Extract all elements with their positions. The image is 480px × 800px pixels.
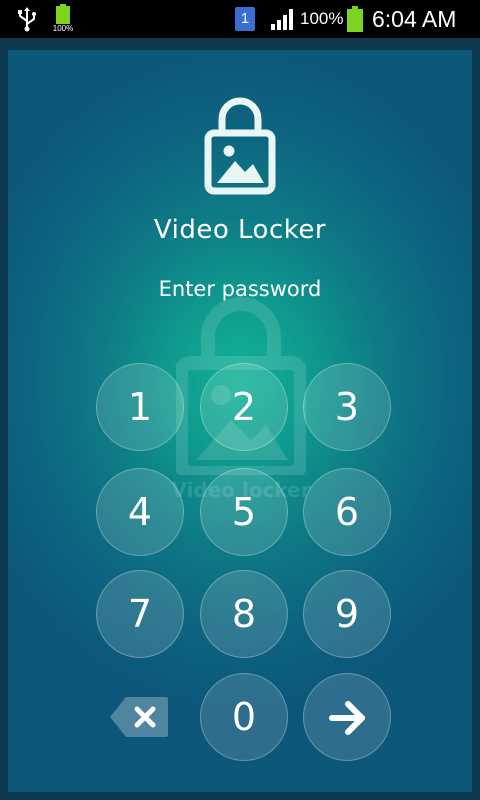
key-2[interactable]: 2 <box>200 363 288 451</box>
app-title: Video Locker <box>153 215 327 245</box>
battery-percent: 100% <box>300 9 344 28</box>
notification-icon: 1 <box>235 7 255 31</box>
key-7[interactable]: 7 <box>96 570 184 658</box>
key-0[interactable]: 0 <box>200 673 288 761</box>
key-3[interactable]: 3 <box>303 363 391 451</box>
enter-button[interactable] <box>303 673 391 761</box>
lock-image-icon <box>204 97 276 195</box>
key-9[interactable]: 9 <box>303 570 391 658</box>
battery-small-label: 100% <box>52 24 74 33</box>
battery-charging-icon: 100% <box>50 4 76 34</box>
backspace-icon[interactable] <box>108 695 170 739</box>
clock: 6:04 AM <box>372 6 457 32</box>
key-6[interactable]: 6 <box>303 468 391 556</box>
battery-icon <box>347 6 363 32</box>
usb-icon <box>18 7 36 32</box>
lock-panel: Video locker Video Locker Enter password… <box>8 50 472 792</box>
key-5[interactable]: 5 <box>200 468 288 556</box>
signal-icon <box>271 9 293 30</box>
arrow-right-icon <box>329 701 365 735</box>
key-8[interactable]: 8 <box>200 570 288 658</box>
app-screen: Video locker Video Locker Enter password… <box>0 38 480 800</box>
status-bar: 100% 1 100% 6:04 AM <box>0 0 480 38</box>
key-4[interactable]: 4 <box>96 468 184 556</box>
password-prompt: Enter password <box>158 277 322 301</box>
key-1[interactable]: 1 <box>96 363 184 451</box>
